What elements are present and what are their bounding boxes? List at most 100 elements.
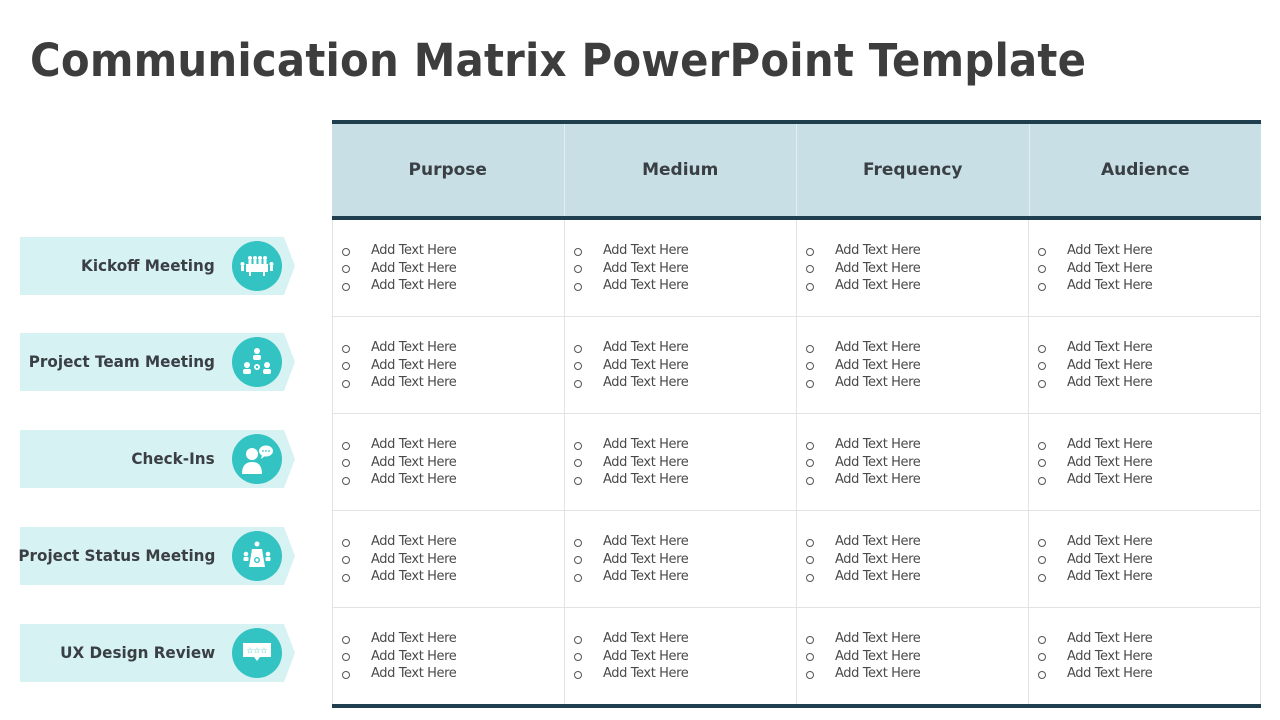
bullet-text: Add Text Here <box>835 534 921 549</box>
bullet-item: Add Text Here <box>574 568 796 586</box>
hollow-bullet-icon <box>1038 459 1046 467</box>
row-label-text: Project Team Meeting <box>28 352 215 371</box>
table-bottom-border <box>332 704 1261 708</box>
bullet-text: Add Text Here <box>1067 648 1153 664</box>
hollow-bullet-icon <box>806 282 814 291</box>
bullet-text: Add Text Here <box>371 648 457 664</box>
hollow-bullet-icon <box>342 247 350 256</box>
page-title: Communication Matrix PowerPoint Template <box>30 34 1087 87</box>
bullet-item: Add Text Here <box>806 277 1028 295</box>
bullet-text: Add Text Here <box>371 243 457 258</box>
bullet-item: Add Text Here <box>1038 568 1260 586</box>
bullet-item: Add Text Here <box>574 471 796 489</box>
team-network-icon <box>232 337 282 387</box>
hollow-bullet-icon <box>574 362 582 370</box>
presentation-meeting-icon <box>232 531 282 581</box>
bullet-text: Add Text Here <box>371 472 457 487</box>
hollow-bullet-icon <box>806 556 814 564</box>
bullet-item: Add Text Here <box>1038 550 1260 568</box>
bullet-item: Add Text Here <box>342 471 564 489</box>
row-label-text: Check-Ins <box>131 449 215 468</box>
cell-frequency: Add Text Here Add Text Here Add Text Here <box>796 220 1028 316</box>
hollow-bullet-icon <box>1038 282 1046 291</box>
bullet-text: Add Text Here <box>371 631 457 646</box>
bullet-text: Add Text Here <box>1067 454 1153 470</box>
bullet-text: Add Text Here <box>1067 534 1153 549</box>
bullet-item: Add Text Here <box>806 356 1028 374</box>
bullet-item: Add Text Here <box>1038 374 1260 392</box>
bullet-item: Add Text Here <box>342 568 564 586</box>
hollow-bullet-icon <box>574 476 582 485</box>
bullet-text: Add Text Here <box>835 278 921 293</box>
bullet-text: Add Text Here <box>835 437 921 452</box>
bullet-text: Add Text Here <box>835 472 921 487</box>
table-row: Add Text Here Add Text Here Add Text Here A… <box>332 608 1261 704</box>
cell-medium: Add Text Here Add Text Here Add Text Here <box>564 317 796 413</box>
bullet-text: Add Text Here <box>603 569 689 584</box>
hollow-bullet-icon <box>574 441 582 450</box>
hollow-bullet-icon <box>1038 573 1046 582</box>
cell-medium: Add Text Here Add Text Here Add Text Here <box>564 511 796 607</box>
bullet-item: Add Text Here <box>574 550 796 568</box>
bullet-item: Add Text Here <box>342 665 564 683</box>
table-body: Add Text Here Add Text Here Add Text Here A… <box>332 220 1261 704</box>
bullet-item: Add Text Here <box>1038 259 1260 277</box>
row-label-text: Kickoff Meeting <box>81 256 215 275</box>
cell-medium: Add Text Here Add Text Here Add Text Here <box>564 220 796 316</box>
bullet-item: Add Text Here <box>342 356 564 374</box>
bullet-text: Add Text Here <box>1067 278 1153 293</box>
hollow-bullet-icon <box>1038 653 1046 661</box>
bullet-text: Add Text Here <box>835 375 921 390</box>
bullet-text: Add Text Here <box>603 551 689 567</box>
hollow-bullet-icon <box>574 459 582 467</box>
bullet-item: Add Text Here <box>806 630 1028 648</box>
hollow-bullet-icon <box>342 653 350 661</box>
hollow-bullet-icon <box>806 653 814 661</box>
table-row: Add Text Here Add Text Here Add Text Here A… <box>332 317 1261 414</box>
bullet-text: Add Text Here <box>603 260 689 276</box>
bullet-text: Add Text Here <box>835 569 921 584</box>
bullet-text: Add Text Here <box>835 260 921 276</box>
hollow-bullet-icon <box>1038 265 1046 273</box>
hollow-bullet-icon <box>806 670 814 679</box>
hollow-bullet-icon <box>806 344 814 353</box>
bullet-text: Add Text Here <box>835 648 921 664</box>
bullet-item: Add Text Here <box>1038 242 1260 260</box>
star-rating-bubble-icon: ☆ ☆ ☆ <box>232 628 282 678</box>
bullet-text: Add Text Here <box>603 278 689 293</box>
bullet-text: Add Text Here <box>1067 243 1153 258</box>
hollow-bullet-icon <box>574 247 582 256</box>
hollow-bullet-icon <box>342 573 350 582</box>
bullet-text: Add Text Here <box>1067 357 1153 373</box>
hollow-bullet-icon <box>342 344 350 353</box>
bullet-item: Add Text Here <box>806 550 1028 568</box>
cell-purpose: Add Text Here Add Text Here Add Text Here <box>332 511 564 607</box>
bullet-item: Add Text Here <box>806 242 1028 260</box>
cell-audience: Add Text Here Add Text Here Add Text Here <box>1028 414 1261 510</box>
bullet-item: Add Text Here <box>574 630 796 648</box>
hollow-bullet-icon <box>806 635 814 644</box>
hollow-bullet-icon <box>342 670 350 679</box>
bullet-item: Add Text Here <box>806 453 1028 471</box>
bullet-item: Add Text Here <box>574 277 796 295</box>
bullet-text: Add Text Here <box>603 666 689 681</box>
bullet-item: Add Text Here <box>342 374 564 392</box>
bullet-item: Add Text Here <box>574 242 796 260</box>
bullet-item: Add Text Here <box>342 550 564 568</box>
hollow-bullet-icon <box>1038 379 1046 388</box>
hollow-bullet-icon <box>342 265 350 273</box>
hollow-bullet-icon <box>574 556 582 564</box>
bullet-item: Add Text Here <box>806 436 1028 454</box>
hollow-bullet-icon <box>342 441 350 450</box>
bullet-text: Add Text Here <box>371 569 457 584</box>
conference-table-icon <box>232 241 282 291</box>
bullet-text: Add Text Here <box>371 260 457 276</box>
bullet-text: Add Text Here <box>371 357 457 373</box>
row-label-text: UX Design Review <box>59 643 215 662</box>
bullet-text: Add Text Here <box>371 437 457 452</box>
hollow-bullet-icon <box>342 556 350 564</box>
bullet-text: Add Text Here <box>371 340 457 355</box>
bullet-item: Add Text Here <box>342 339 564 357</box>
cell-audience: Add Text Here Add Text Here Add Text Here <box>1028 511 1261 607</box>
hollow-bullet-icon <box>574 653 582 661</box>
